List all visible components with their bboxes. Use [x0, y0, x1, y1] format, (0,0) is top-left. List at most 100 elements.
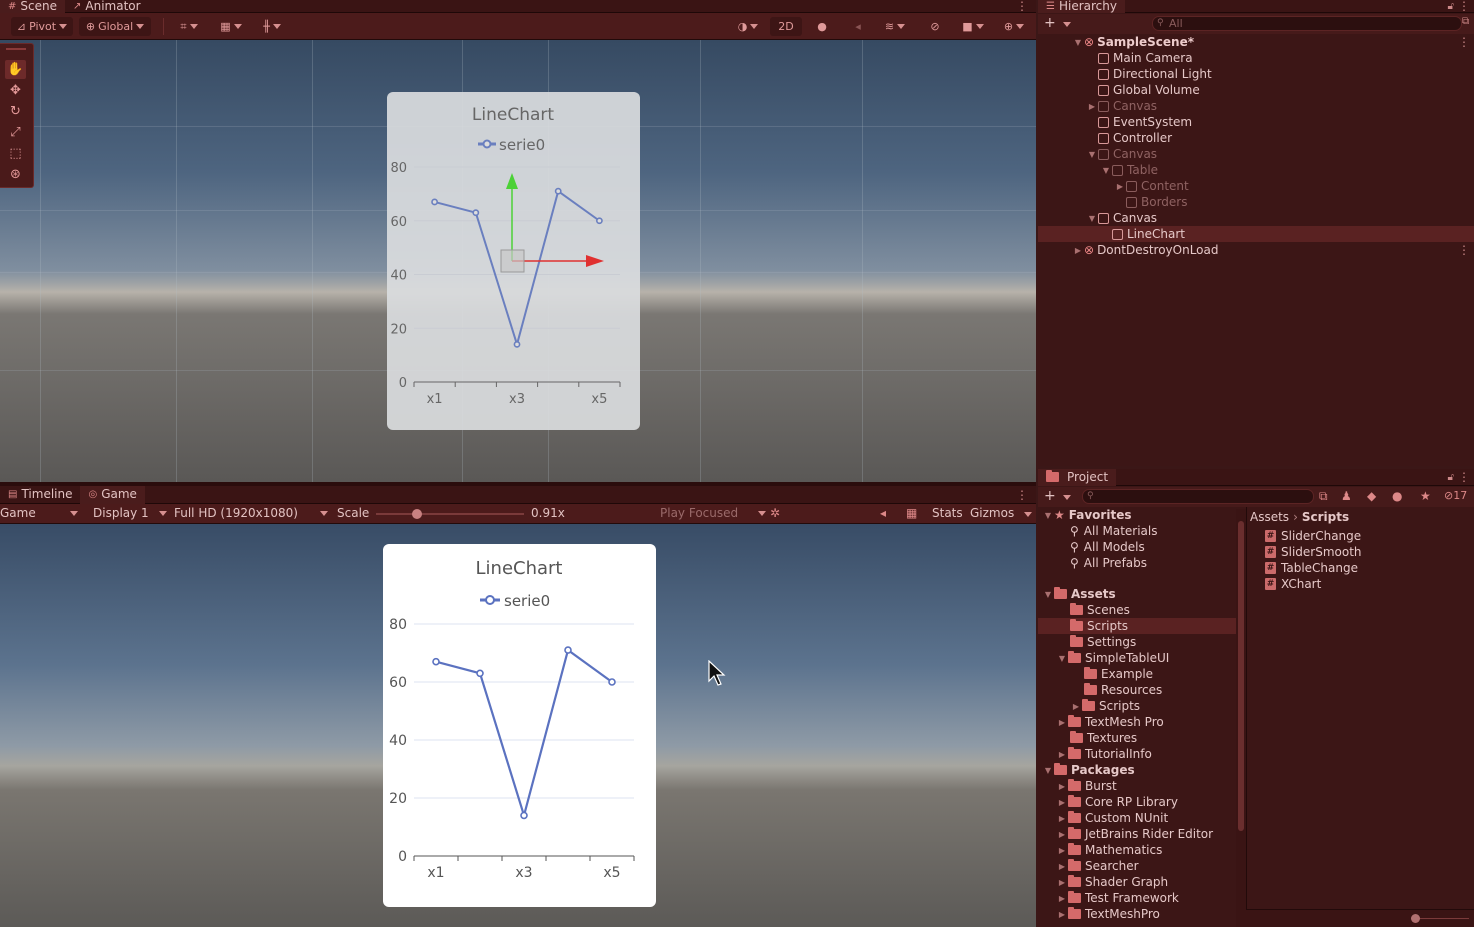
file-item[interactable]: # SliderSmooth: [1265, 544, 1362, 560]
file-item[interactable]: # TableChange: [1265, 560, 1358, 576]
tab-game[interactable]: ◎ Game: [80, 485, 145, 504]
expand-down-icon[interactable]: ▼: [1042, 590, 1054, 599]
expand-down-icon[interactable]: ▼: [1086, 150, 1098, 159]
tree-item[interactable]: ⚲ All Materials: [1070, 523, 1158, 539]
row-more-icon[interactable]: ⋮: [1458, 35, 1470, 49]
tree-item-selected[interactable]: Scripts: [1038, 618, 1236, 634]
icon-size-slider-thumb[interactable]: [1411, 914, 1420, 923]
search-by-type-icon[interactable]: ⧉: [1319, 489, 1328, 504]
scale-slider-thumb[interactable]: [412, 509, 423, 519]
warning-icon[interactable]: ●: [1392, 489, 1402, 503]
tree-item[interactable]: Settings: [1070, 634, 1136, 650]
hidden-objects-toggle[interactable]: ⊘: [922, 17, 948, 36]
hierarchy-row[interactable]: ▼ Canvas: [1086, 146, 1157, 162]
expand-right-icon[interactable]: ▶: [1056, 878, 1068, 887]
tree-item[interactable]: ▶ Burst: [1056, 778, 1117, 794]
hand-tool[interactable]: ✋: [5, 60, 26, 79]
tree-item[interactable]: Resources: [1084, 682, 1162, 698]
hierarchy-row[interactable]: ▼ ⊗ SampleScene* ⋮: [1038, 34, 1474, 50]
tag-icon[interactable]: ◆: [1367, 489, 1376, 503]
hierarchy-row[interactable]: Global Volume: [1098, 82, 1200, 98]
expand-down-icon[interactable]: ▼: [1042, 766, 1054, 775]
chevron-down-icon[interactable]: [1063, 495, 1071, 500]
scale-tool[interactable]: ⤢: [5, 123, 26, 142]
tree-favorites[interactable]: ▼ ★ Favorites: [1042, 507, 1132, 523]
hierarchy-more-icon[interactable]: ⋮: [1458, 0, 1470, 13]
hierarchy-search-input[interactable]: ⚲ All: [1152, 16, 1462, 31]
tree-packages[interactable]: ▼ Packages: [1042, 762, 1135, 778]
chevron-down-icon[interactable]: [1063, 22, 1071, 27]
effects-button[interactable]: ≋: [876, 17, 914, 36]
tree-item[interactable]: ▶ Shader Graph: [1056, 874, 1168, 890]
tree-item[interactable]: ▶ Mathematics: [1056, 842, 1162, 858]
expand-right-icon[interactable]: ▶: [1056, 814, 1068, 823]
grid-snap-button[interactable]: ⌗: [171, 17, 207, 36]
expand-right-icon[interactable]: ▶: [1056, 862, 1068, 871]
tree-scrollbar[interactable]: [1236, 509, 1246, 927]
scene-more-icon[interactable]: ⋮: [1016, 0, 1028, 13]
stats-button[interactable]: Stats: [932, 506, 963, 520]
display-dropdown[interactable]: Display 1: [93, 506, 167, 522]
project-search-input[interactable]: ⚲: [1082, 489, 1314, 504]
tree-item[interactable]: ⚲ All Prefabs: [1070, 555, 1147, 571]
tab-timeline[interactable]: ▤ Timeline: [0, 486, 80, 504]
y-arrow-icon[interactable]: [506, 173, 518, 189]
tab-hierarchy[interactable]: ☰ Hierarchy: [1038, 0, 1125, 13]
tree-scrollbar-thumb[interactable]: [1238, 521, 1244, 831]
breadcrumb-scripts[interactable]: Scripts: [1302, 510, 1349, 524]
scene-visibility-icon[interactable]: ⧉: [1462, 16, 1469, 27]
expand-down-icon[interactable]: ▼: [1100, 166, 1112, 175]
audio-toggle[interactable]: ◂: [846, 17, 870, 36]
tree-item[interactable]: ▼ SimpleTableUI: [1056, 650, 1169, 666]
lock-icon[interactable]: 🔓︎: [1448, 1, 1454, 12]
rect-tool[interactable]: ⬚: [5, 144, 26, 163]
increment-snap-button[interactable]: ╫: [254, 17, 290, 36]
2d-toggle[interactable]: 2D: [770, 17, 802, 36]
scale-slider[interactable]: [376, 509, 524, 519]
hierarchy-row[interactable]: Controller: [1098, 130, 1172, 146]
expand-right-icon[interactable]: ▶: [1056, 910, 1068, 919]
tree-item[interactable]: ▶ Custom NUnit: [1056, 810, 1168, 826]
project-more-icon[interactable]: ⋮: [1458, 470, 1470, 484]
chevron-down-icon[interactable]: [1024, 512, 1032, 517]
tree-item[interactable]: ▶ Scripts: [1070, 698, 1140, 714]
tree-item[interactable]: ▶ Searcher: [1056, 858, 1139, 874]
hierarchy-row[interactable]: ▶ ⊗ DontDestroyOnLoad ⋮: [1038, 242, 1474, 258]
expand-right-icon[interactable]: ▶: [1056, 750, 1068, 759]
tree-item[interactable]: ⚲ All Models: [1070, 539, 1145, 555]
game-more-icon[interactable]: ⋮: [1016, 488, 1028, 502]
breadcrumb-assets[interactable]: Assets: [1250, 510, 1289, 524]
keyboard-icon[interactable]: ▦: [906, 506, 917, 520]
x-arrow-icon[interactable]: [586, 255, 604, 267]
tree-item[interactable]: ▶ TextMesh Pro: [1056, 714, 1164, 730]
tree-item[interactable]: ▶ TextMeshPro: [1056, 906, 1160, 922]
tab-project[interactable]: Project: [1038, 468, 1117, 486]
scene-viewport[interactable]: LineChart serie0 0 20 40 60 80 x1 x3 x5 ✋ ✥ ↻ ⤢…: [0, 40, 1036, 482]
hierarchy-row[interactable]: ▶ Content: [1114, 178, 1189, 194]
move-tool[interactable]: ✥: [5, 81, 26, 100]
global-dropdown[interactable]: ⊕ Global: [79, 17, 151, 36]
tree-item[interactable]: ▶ JetBrains Rider Editor: [1056, 826, 1213, 842]
pivot-dropdown[interactable]: ⊿ Pivot: [11, 17, 73, 36]
expand-right-icon[interactable]: ▶: [1056, 718, 1068, 727]
expand-right-icon[interactable]: ▶: [1056, 798, 1068, 807]
bug-icon[interactable]: ✲: [770, 506, 788, 520]
expand-right-icon[interactable]: ▶: [1086, 102, 1098, 111]
hierarchy-row[interactable]: ▼ Table: [1100, 162, 1158, 178]
hierarchy-row[interactable]: Borders: [1126, 194, 1187, 210]
hidden-packages-toggle[interactable]: ⊘17: [1444, 489, 1467, 502]
game-view-dropdown[interactable]: Game: [0, 506, 80, 522]
rect-handle-icon[interactable]: [500, 249, 525, 273]
hierarchy-row-selected[interactable]: LineChart: [1038, 226, 1474, 242]
transform-tool[interactable]: ⊛: [5, 165, 26, 184]
file-item[interactable]: # XChart: [1265, 576, 1321, 592]
tree-item[interactable]: Example: [1084, 666, 1153, 682]
expand-down-icon[interactable]: ▼: [1086, 214, 1098, 223]
icon-size-slider[interactable]: [1411, 914, 1469, 923]
hierarchy-row[interactable]: Directional Light: [1098, 66, 1212, 82]
hierarchy-row[interactable]: EventSystem: [1098, 114, 1192, 130]
mute-audio-icon[interactable]: ◂: [880, 506, 886, 520]
rotate-tool[interactable]: ↻: [5, 102, 26, 121]
tree-item[interactable]: Scenes: [1070, 602, 1130, 618]
expand-right-icon[interactable]: ▶: [1072, 246, 1084, 255]
